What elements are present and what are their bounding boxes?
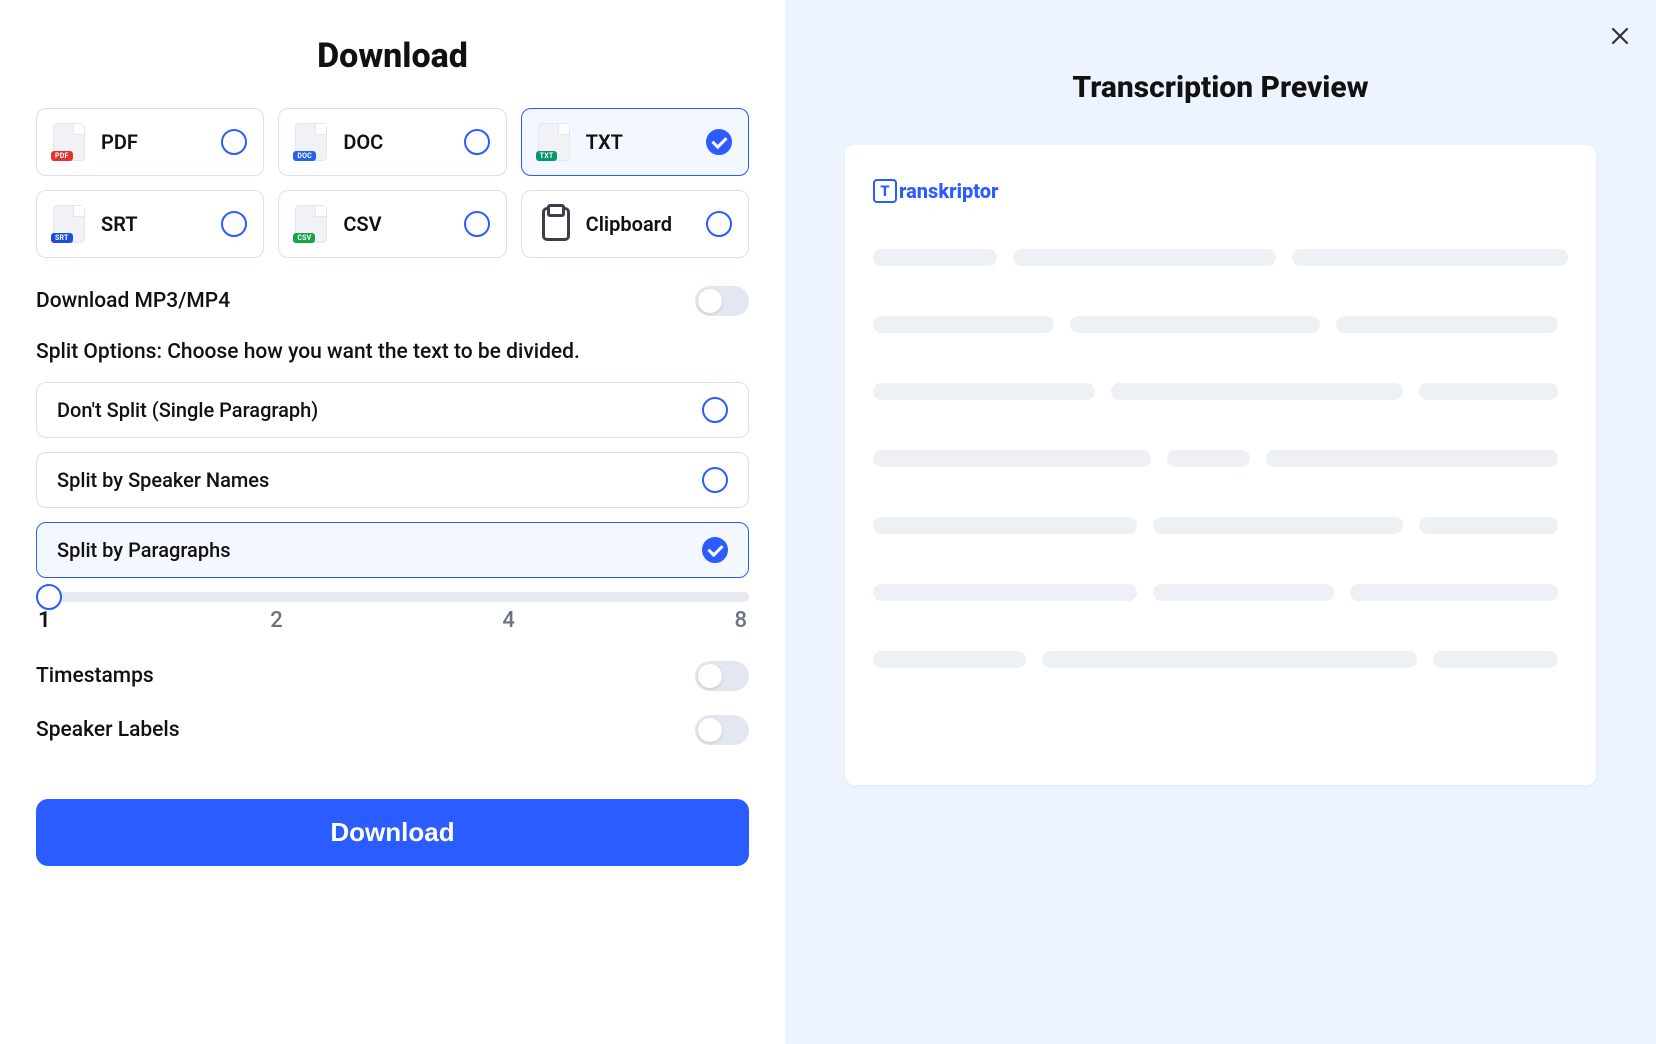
radio-icon [706,211,732,237]
brand-logo: T ranskriptor [873,179,1568,203]
slider-tick: 1 [38,608,51,633]
preview-title: Transcription Preview [845,70,1596,105]
radio-icon [464,129,490,155]
close-icon[interactable] [1608,24,1632,48]
preview-panel: Transcription Preview T ranskriptor [785,0,1656,1044]
skeleton-paragraph [873,450,1568,467]
speaker-labels-row: Speaker Labels [36,715,749,745]
format-label: PDF [101,130,221,154]
timestamps-row: Timestamps [36,661,749,691]
skeleton-paragraph [873,316,1568,333]
brand-icon: T [873,179,897,203]
timestamps-toggle[interactable] [695,661,749,691]
format-txt[interactable]: TXT TXT [521,108,749,176]
download-panel: Download PDF PDF DOC DOC TXT TXT [0,0,785,1044]
skeleton-paragraph [873,517,1568,534]
split-option-speaker-names[interactable]: Split by Speaker Names [36,452,749,508]
page-title: Download [36,36,749,76]
radio-icon [702,397,728,423]
split-option-label: Split by Paragraphs [57,538,231,562]
download-button[interactable]: Download [36,799,749,866]
format-csv[interactable]: CSV CSV [278,190,506,258]
split-option-label: Don't Split (Single Paragraph) [57,398,318,422]
brand-text: ranskriptor [899,179,999,203]
paragraph-slider: 1 2 4 8 [36,592,749,633]
radio-checked-icon [706,129,732,155]
format-doc[interactable]: DOC DOC [278,108,506,176]
download-media-toggle[interactable] [695,286,749,316]
clipboard-icon [542,207,570,241]
speaker-labels-toggle[interactable] [695,715,749,745]
radio-icon [221,211,247,237]
radio-icon [221,129,247,155]
timestamps-label: Timestamps [36,664,154,688]
format-label: CSV [343,212,463,236]
radio-icon [702,467,728,493]
format-pdf[interactable]: PDF PDF [36,108,264,176]
split-option-dont-split[interactable]: Don't Split (Single Paragraph) [36,382,749,438]
split-option-paragraphs[interactable]: Split by Paragraphs [36,522,749,578]
slider-thumb[interactable] [36,584,62,610]
slider-tick: 8 [734,608,747,633]
format-clipboard[interactable]: Clipboard [521,190,749,258]
file-srt-icon: SRT [53,205,85,243]
format-grid: PDF PDF DOC DOC TXT TXT SRT [36,108,749,258]
skeleton-paragraph [873,651,1568,668]
format-label: DOC [343,130,463,154]
skeleton-paragraph [873,584,1568,601]
download-media-row: Download MP3/MP4 [36,286,749,316]
format-label: SRT [101,212,221,236]
format-srt[interactable]: SRT SRT [36,190,264,258]
preview-card: T ranskriptor [845,145,1596,785]
radio-icon [464,211,490,237]
slider-tick: 4 [502,608,515,633]
download-media-label: Download MP3/MP4 [36,289,230,313]
file-txt-icon: TXT [538,123,570,161]
slider-tick: 2 [270,608,283,633]
file-csv-icon: CSV [295,205,327,243]
skeleton-paragraph [873,249,1568,266]
speaker-labels-label: Speaker Labels [36,718,180,742]
format-label: TXT [586,130,706,154]
slider-track[interactable] [36,592,749,602]
slider-labels: 1 2 4 8 [36,608,749,633]
split-option-label: Split by Speaker Names [57,468,269,492]
skeleton-paragraph [873,383,1568,400]
format-label: Clipboard [586,212,706,236]
file-pdf-icon: PDF [53,123,85,161]
file-doc-icon: DOC [295,123,327,161]
radio-checked-icon [702,537,728,563]
split-options-heading: Split Options: Choose how you want the t… [36,340,749,364]
